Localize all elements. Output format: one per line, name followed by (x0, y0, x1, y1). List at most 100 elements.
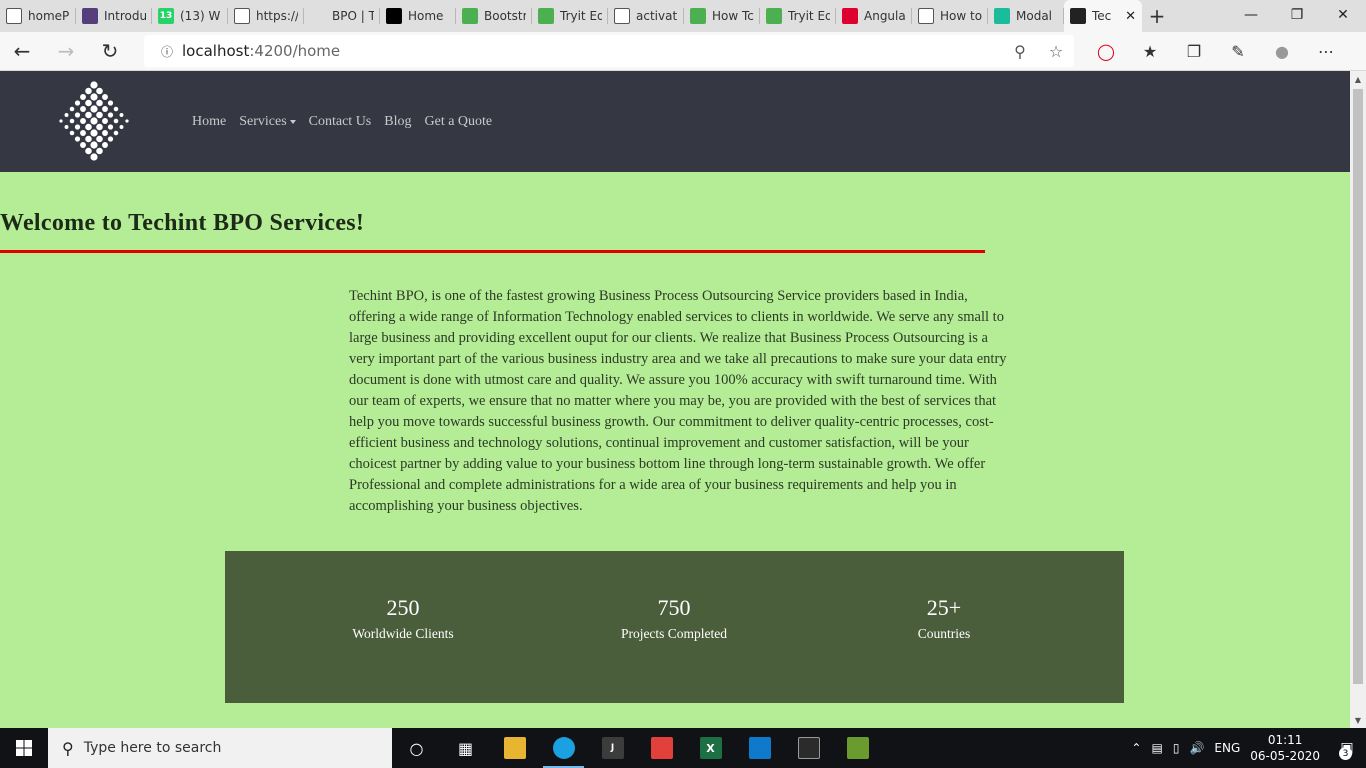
browser-tab[interactable]: activat (608, 0, 684, 32)
logo-dot (102, 106, 108, 112)
logo-dot (96, 111, 103, 119)
google-icon (614, 8, 630, 24)
address-bar[interactable]: ⓘ localhost:4200/home ⚲ ☆ (144, 35, 1074, 67)
browser-tab[interactable]: How Tc (684, 0, 760, 32)
logo-dot (96, 147, 103, 155)
logo-dot (85, 123, 92, 131)
window-controls: — ❐ ✕ (1228, 0, 1366, 30)
browser-tab[interactable]: How to (912, 0, 988, 32)
browser-tab[interactable]: homeP (0, 0, 76, 32)
w3schools-icon (690, 8, 706, 24)
scroll-down-icon[interactable]: ▼ (1350, 712, 1366, 728)
logo-dot (85, 111, 92, 119)
logo-dot (90, 129, 98, 137)
opera-extension-icon[interactable]: ◯ (1084, 42, 1128, 61)
browser-tab[interactable]: https:// (228, 0, 304, 32)
tab-title: How Tc (712, 9, 754, 23)
bootstrap-icon (82, 8, 98, 24)
excel-icon[interactable]: X (686, 728, 735, 768)
browser-tab[interactable]: 13 (13) W (152, 0, 228, 32)
browser-tab[interactable]: Introdu (76, 0, 152, 32)
heading-divider (0, 250, 985, 253)
browser-tab[interactable]: Modal (988, 0, 1064, 32)
logo-dot (80, 118, 86, 124)
scroll-up-icon[interactable]: ▲ (1350, 71, 1366, 87)
git-icon[interactable] (637, 728, 686, 768)
browser-tab[interactable]: Home (380, 0, 456, 32)
tray-expand-icon[interactable]: ⌃ (1131, 741, 1141, 755)
charts-app-icon[interactable] (833, 728, 882, 768)
browser-tab[interactable]: Tryit Ed (532, 0, 608, 32)
logo-dot (113, 106, 119, 112)
volume-icon[interactable]: 🔊 (1189, 741, 1204, 755)
logo-dot (90, 153, 98, 161)
nav-contact-link[interactable]: Contact Us (309, 114, 372, 130)
nav-services-dropdown[interactable]: Services (239, 114, 296, 130)
java-app-icon[interactable]: J (588, 728, 637, 768)
browser-tab[interactable]: Bootstr (456, 0, 532, 32)
page-scrollbar[interactable]: ▲ ▼ (1350, 71, 1366, 728)
restore-icon[interactable]: ❐ (1274, 0, 1320, 30)
site-info-icon[interactable]: ⓘ (152, 43, 182, 60)
network-icon[interactable]: ▤ (1151, 741, 1162, 755)
logo-dot (74, 136, 81, 142)
task-view-icon[interactable]: ▦ (441, 728, 490, 768)
favorite-star-icon[interactable]: ☆ (1038, 42, 1074, 61)
logo-dot (85, 87, 92, 95)
logo-dot (69, 130, 75, 136)
tab-title: Angula (864, 9, 906, 23)
logo-dot (80, 106, 86, 112)
logo-dot (90, 105, 98, 113)
collections-icon[interactable]: ❐ (1172, 42, 1216, 61)
back-icon[interactable]: ← (0, 32, 44, 70)
terminal-icon[interactable] (784, 728, 833, 768)
scrollbar-thumb[interactable] (1353, 89, 1363, 684)
clock-time: 01:11 (1267, 733, 1303, 747)
windows-start-icon[interactable] (0, 728, 48, 768)
logo-dot (85, 135, 92, 143)
logo-dot (64, 113, 69, 117)
close-window-icon[interactable]: ✕ (1320, 0, 1366, 30)
browser-tab[interactable]: Angula (836, 0, 912, 32)
feedback-icon[interactable]: ✎ (1216, 42, 1260, 61)
tab-title: homeP (28, 9, 70, 23)
system-clock[interactable]: 01:11 06-05-2020 (1250, 732, 1320, 764)
logo-dot (85, 99, 92, 107)
language-indicator[interactable]: ENG (1214, 741, 1240, 755)
more-menu-icon[interactable]: ⋯ (1304, 42, 1348, 61)
logo-dot (90, 117, 98, 125)
refresh-icon[interactable]: ↻ (88, 32, 132, 70)
nav-quote-link[interactable]: Get a Quote (425, 114, 493, 130)
edge-browser-icon[interactable] (539, 728, 588, 768)
techint-icon (1070, 8, 1086, 24)
logo-dot (102, 118, 108, 124)
nav-home-link[interactable]: Home (192, 114, 226, 130)
cortana-icon[interactable]: ○ (392, 728, 441, 768)
vscode-icon[interactable] (735, 728, 784, 768)
notification-center-icon[interactable]: ▣ 3 (1338, 728, 1366, 768)
browser-tab[interactable]: Tec ✕ (1064, 0, 1142, 32)
angular-icon (842, 8, 858, 24)
taskbar-search-input[interactable]: ⚲ Type here to search (48, 728, 392, 768)
file-explorer-icon[interactable] (490, 728, 539, 768)
tab-title: BPO | T (332, 9, 374, 23)
techint-logo[interactable] (52, 79, 136, 163)
url-text[interactable]: localhost:4200/home (182, 42, 340, 60)
zoom-icon[interactable]: ⚲ (1002, 42, 1038, 61)
new-tab-button[interactable]: + (1142, 4, 1172, 28)
logo-dot (102, 130, 108, 136)
logo-dot (119, 125, 124, 129)
browser-tab[interactable]: Tryit Ed (760, 0, 836, 32)
browser-toolbar: ← → ↻ ⓘ localhost:4200/home ⚲ ☆ ◯ ★ ❐ ✎ … (0, 32, 1366, 71)
favorites-icon[interactable]: ★ (1128, 42, 1172, 61)
tab-title: (13) W (180, 9, 221, 23)
profile-avatar-icon[interactable]: ● (1260, 42, 1304, 61)
battery-icon[interactable]: ▯ (1173, 741, 1180, 755)
logo-dot (96, 99, 103, 107)
close-tab-icon[interactable]: ✕ (1125, 9, 1136, 24)
nav-blog-link[interactable]: Blog (384, 114, 411, 130)
minimize-icon[interactable]: — (1228, 0, 1274, 30)
browser-tab[interactable]: BPO | T (304, 0, 380, 32)
forward-icon[interactable]: → (44, 32, 88, 70)
logo-dot (125, 119, 129, 123)
